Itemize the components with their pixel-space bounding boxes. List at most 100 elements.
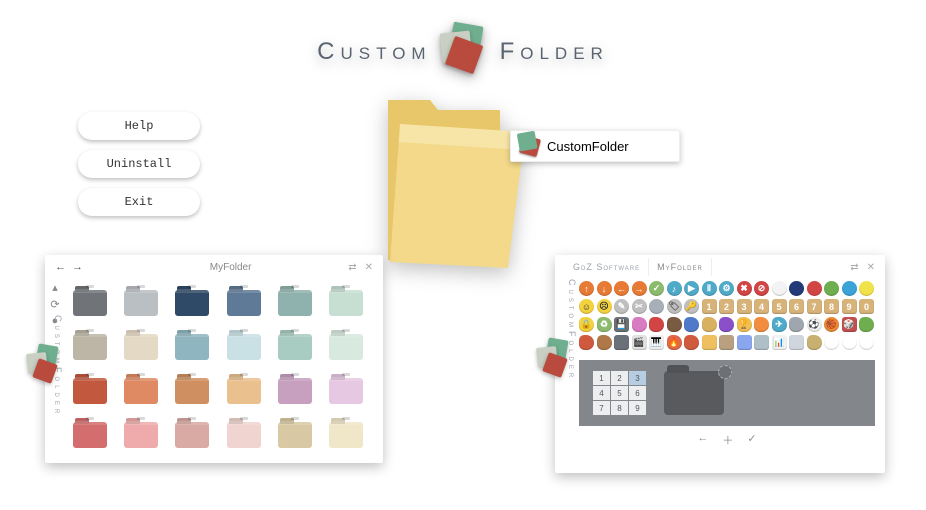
help-button[interactable]: Help bbox=[78, 112, 200, 140]
emblem-swatch[interactable]: 6 bbox=[789, 299, 804, 314]
folder-color-swatch[interactable] bbox=[172, 415, 213, 455]
emblem-swatch[interactable] bbox=[789, 335, 804, 350]
exit-button[interactable]: Exit bbox=[78, 188, 200, 216]
emblem-swatch[interactable]: 7 bbox=[807, 299, 822, 314]
emblem-swatch[interactable]: ⚽ bbox=[807, 317, 822, 332]
emblem-swatch[interactable] bbox=[649, 299, 664, 314]
keypad-cell[interactable]: 5 bbox=[611, 386, 628, 400]
emblem-swatch[interactable] bbox=[754, 317, 769, 332]
emblem-swatch[interactable]: 🔒 bbox=[579, 317, 594, 332]
emblem-swatch[interactable] bbox=[824, 335, 839, 350]
folder-color-swatch[interactable] bbox=[120, 371, 161, 411]
emblem-swatch[interactable] bbox=[859, 281, 874, 296]
folder-color-swatch[interactable] bbox=[326, 327, 367, 367]
emblem-swatch[interactable] bbox=[737, 335, 752, 350]
emblem-swatch[interactable] bbox=[684, 317, 699, 332]
emblem-swatch[interactable]: ↑ bbox=[579, 281, 594, 296]
emblem-swatch[interactable] bbox=[649, 317, 664, 332]
emblem-swatch[interactable] bbox=[719, 317, 734, 332]
confirm-icon[interactable]: ✓ bbox=[747, 432, 756, 448]
keypad-cell[interactable]: 6 bbox=[629, 386, 646, 400]
emblem-swatch[interactable]: ♻ bbox=[597, 317, 612, 332]
folder-color-swatch[interactable] bbox=[274, 415, 315, 455]
emblem-swatch[interactable]: 🔑 bbox=[684, 299, 699, 314]
folder-color-swatch[interactable] bbox=[223, 283, 264, 323]
emblem-swatch[interactable]: 🏷 bbox=[667, 299, 682, 314]
emblem-swatch[interactable] bbox=[824, 281, 839, 296]
emblem-swatch[interactable]: ☹ bbox=[597, 299, 612, 314]
emblem-swatch[interactable] bbox=[842, 281, 857, 296]
emblem-swatch[interactable]: 9 bbox=[842, 299, 857, 314]
emblem-swatch[interactable]: 💾 bbox=[614, 317, 629, 332]
folder-color-swatch[interactable] bbox=[69, 283, 110, 323]
emblem-tab[interactable]: MyFolder bbox=[649, 258, 712, 276]
folder-color-swatch[interactable] bbox=[326, 415, 367, 455]
shuffle-icon[interactable]: ⇄ bbox=[850, 262, 858, 273]
emblem-swatch[interactable]: ✂ bbox=[632, 299, 647, 314]
emblem-swatch[interactable]: 🏀 bbox=[824, 317, 839, 332]
emblem-swatch[interactable] bbox=[807, 335, 822, 350]
emblem-swatch[interactable]: 🔥 bbox=[667, 335, 682, 350]
emblem-swatch[interactable]: ▶ bbox=[684, 281, 699, 296]
emblem-swatch[interactable]: 🎬 bbox=[632, 335, 647, 350]
emblem-swatch[interactable]: 4 bbox=[754, 299, 769, 314]
emblem-swatch[interactable]: ♪ bbox=[667, 281, 682, 296]
add-icon[interactable]: ＋ bbox=[722, 432, 733, 448]
close-icon[interactable]: ✕ bbox=[365, 262, 373, 273]
folder-color-swatch[interactable] bbox=[274, 371, 315, 411]
nav-back-icon[interactable]: ← bbox=[55, 261, 66, 273]
emblem-swatch[interactable] bbox=[807, 281, 822, 296]
emblem-swatch[interactable]: 3 bbox=[737, 299, 752, 314]
emblem-swatch[interactable]: 0 bbox=[859, 299, 874, 314]
emblem-swatch[interactable]: ✈ bbox=[772, 317, 787, 332]
folder-color-swatch[interactable] bbox=[172, 371, 213, 411]
emblem-swatch[interactable] bbox=[667, 317, 682, 332]
emblem-swatch[interactable]: 8 bbox=[824, 299, 839, 314]
keypad-cell[interactable]: 1 bbox=[593, 371, 610, 385]
folder-color-swatch[interactable] bbox=[326, 283, 367, 323]
collapse-up-icon[interactable]: ▴ bbox=[52, 281, 58, 294]
emblem-swatch[interactable] bbox=[614, 335, 629, 350]
emblem-swatch[interactable]: ↓ bbox=[597, 281, 612, 296]
prev-icon[interactable]: ← bbox=[697, 432, 708, 448]
folder-color-swatch[interactable] bbox=[326, 371, 367, 411]
folder-color-swatch[interactable] bbox=[274, 283, 315, 323]
emblem-swatch[interactable]: ✖ bbox=[737, 281, 752, 296]
emblem-swatch[interactable]: ⚙ bbox=[719, 281, 734, 296]
emblem-swatch[interactable]: → bbox=[632, 281, 647, 296]
emblem-tab[interactable]: GdZ Software bbox=[565, 258, 649, 276]
folder-color-swatch[interactable] bbox=[223, 415, 264, 455]
keypad-cell[interactable]: 7 bbox=[593, 401, 610, 415]
emblem-swatch[interactable] bbox=[702, 317, 717, 332]
refresh-icon[interactable]: ⟳ bbox=[50, 298, 59, 311]
emblem-swatch[interactable]: ✓ bbox=[649, 281, 664, 296]
close-icon[interactable]: ✕ bbox=[867, 262, 875, 273]
emblem-swatch[interactable]: Ⅱ bbox=[702, 281, 717, 296]
emblem-swatch[interactable]: 1 bbox=[702, 299, 717, 314]
emblem-swatch[interactable]: ← bbox=[614, 281, 629, 296]
emblem-swatch[interactable] bbox=[719, 335, 734, 350]
emblem-swatch[interactable]: 2 bbox=[719, 299, 734, 314]
emblem-swatch[interactable] bbox=[842, 335, 857, 350]
nav-forward-icon[interactable]: → bbox=[72, 261, 83, 273]
folder-color-swatch[interactable] bbox=[223, 327, 264, 367]
keypad-cell[interactable]: 2 bbox=[611, 371, 628, 385]
emblem-swatch[interactable] bbox=[772, 281, 787, 296]
folder-color-swatch[interactable] bbox=[120, 327, 161, 367]
keypad-cell[interactable]: 4 bbox=[593, 386, 610, 400]
emblem-swatch[interactable]: 🎲 bbox=[842, 317, 857, 332]
emblem-swatch[interactable]: 🏆 bbox=[737, 317, 752, 332]
emblem-swatch[interactable]: ✎ bbox=[614, 299, 629, 314]
keypad-cell[interactable]: 8 bbox=[611, 401, 628, 415]
emblem-swatch[interactable]: 🎹 bbox=[649, 335, 664, 350]
folder-color-swatch[interactable] bbox=[274, 327, 315, 367]
uninstall-button[interactable]: Uninstall bbox=[78, 150, 200, 178]
emblem-swatch[interactable]: 5 bbox=[772, 299, 787, 314]
emblem-swatch[interactable]: ☺ bbox=[579, 299, 594, 314]
keypad-cell[interactable]: 3 bbox=[629, 371, 646, 385]
folder-color-swatch[interactable] bbox=[120, 415, 161, 455]
folder-color-swatch[interactable] bbox=[120, 283, 161, 323]
emblem-swatch[interactable] bbox=[859, 335, 874, 350]
folder-color-swatch[interactable] bbox=[69, 415, 110, 455]
emblem-swatch[interactable] bbox=[702, 335, 717, 350]
